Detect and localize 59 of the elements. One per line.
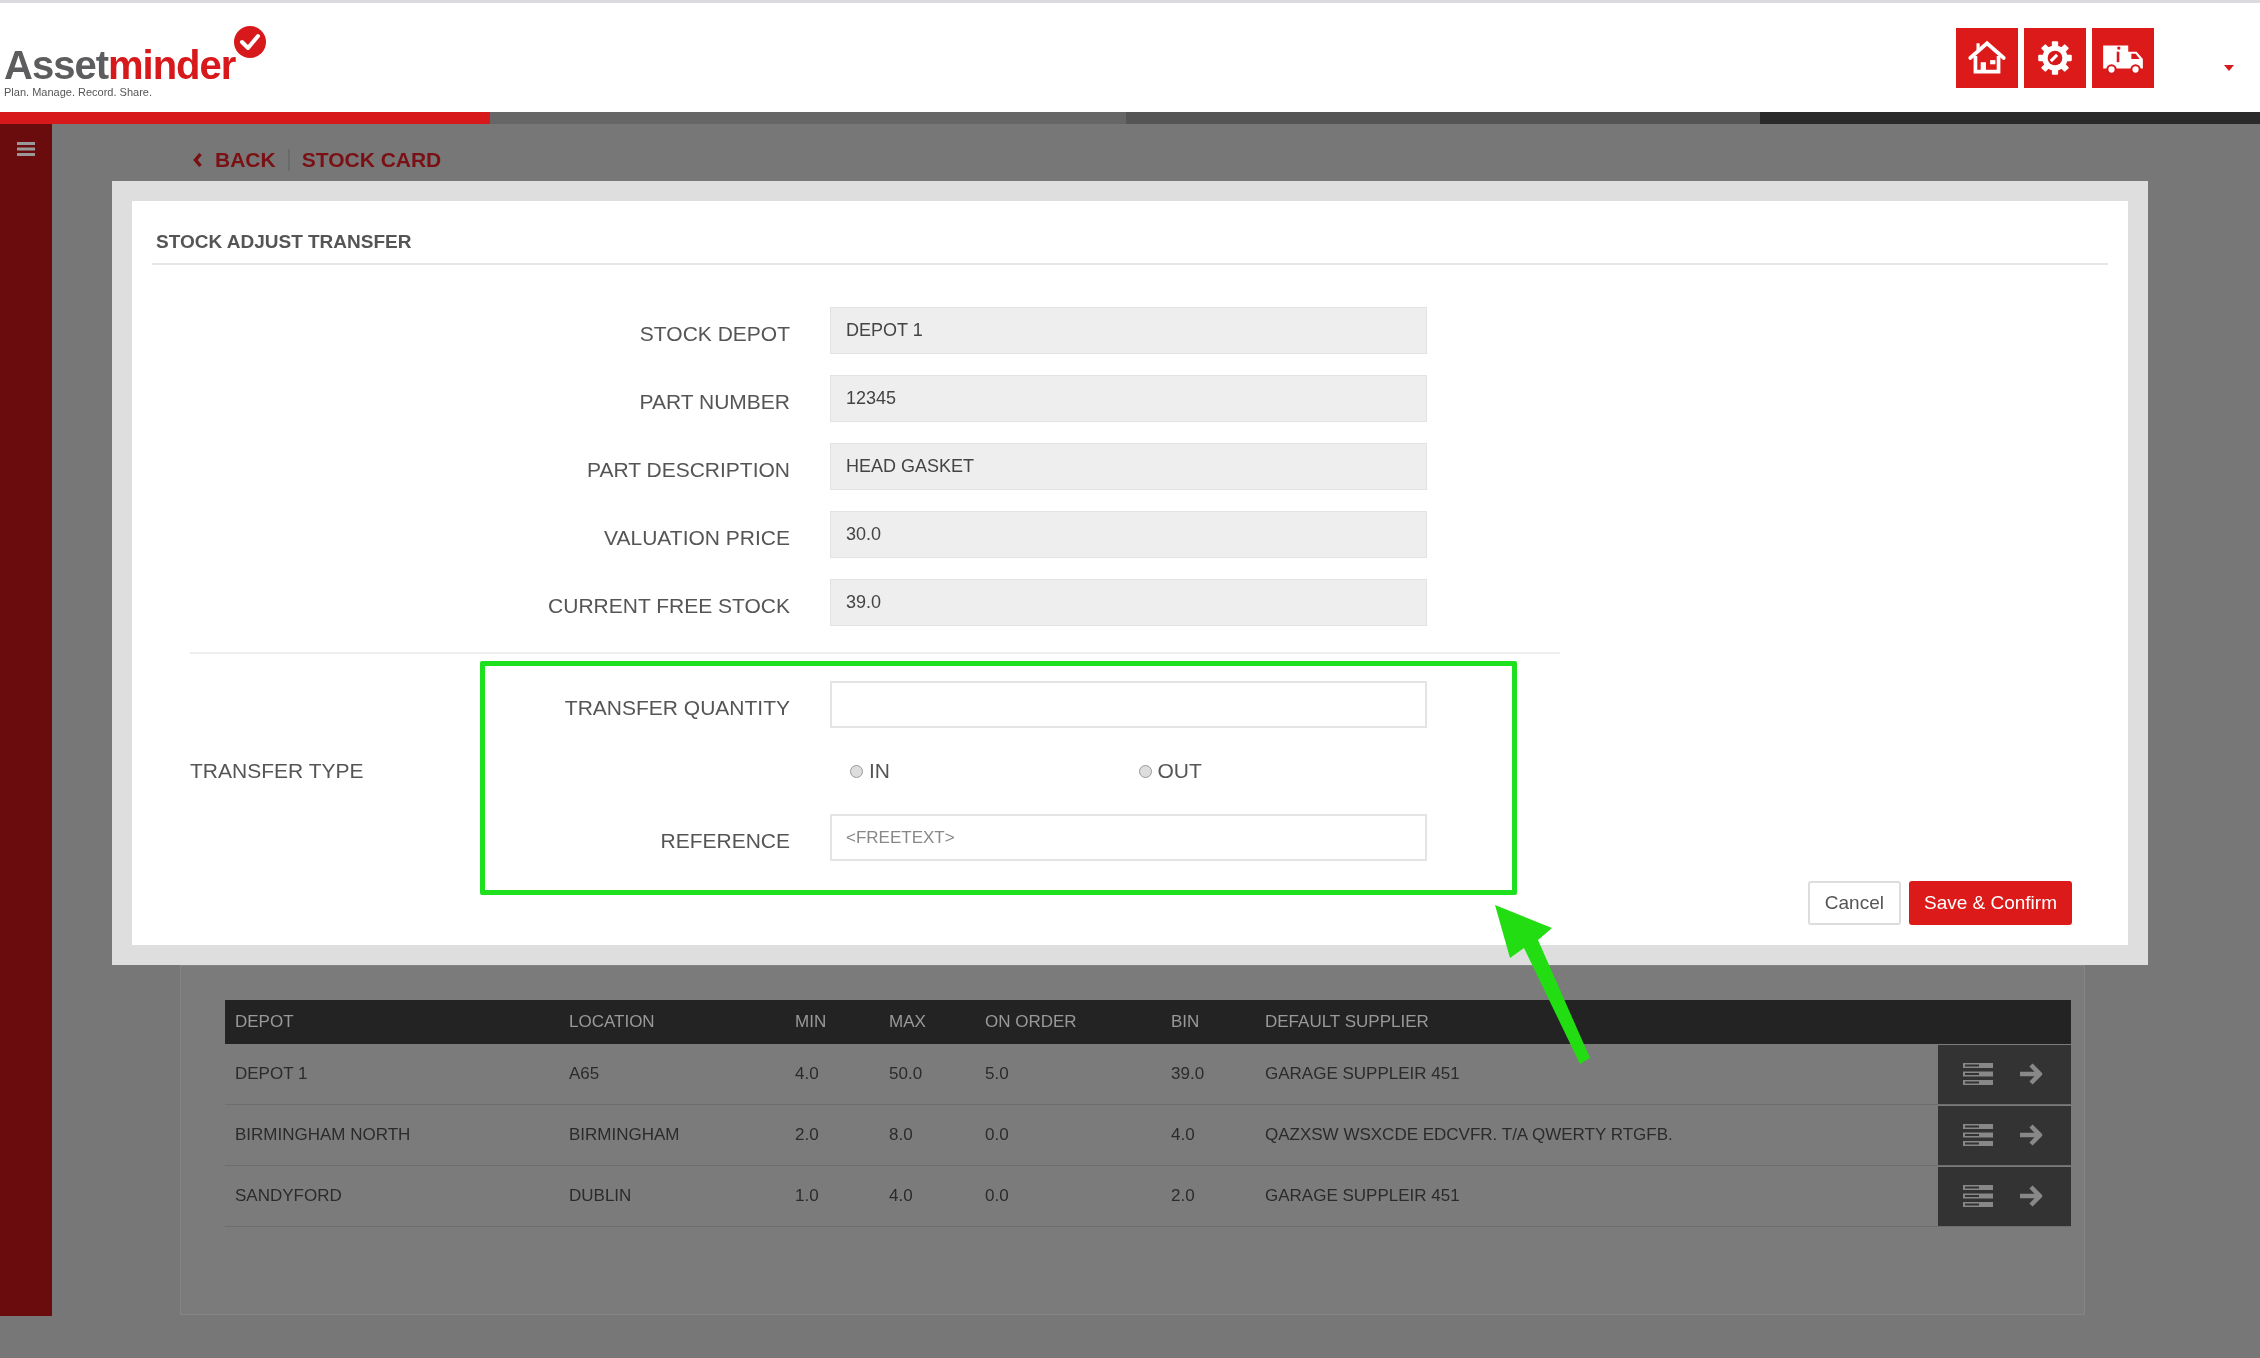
read-only-field: DEPOT 1 — [830, 307, 1427, 354]
save-button[interactable]: Save & Confirm — [1908, 881, 2072, 925]
quantity-input[interactable] — [830, 681, 1427, 728]
table-cell-text: GARAGE SUPPLEIR 451 — [1264, 1064, 1461, 1084]
table-cell-text: GARAGE SUPPLEIR 451 — [1264, 1186, 1461, 1206]
field-label: STOCK DEPOT — [638, 320, 790, 346]
list-icon[interactable] — [1963, 1062, 1994, 1086]
table-cell-text: DEPOT 1 — [234, 1064, 309, 1084]
dialog-title: STOCK ADJUST TRANSFER — [152, 231, 2108, 265]
home-button[interactable] — [1956, 27, 2018, 88]
list-icon[interactable] — [1963, 1123, 1994, 1147]
reference-input[interactable]: <FREETEXT> — [830, 814, 1427, 861]
logo-tagline: Plan. Manage. Record. Share. — [4, 86, 153, 98]
column-header: MIN — [794, 1012, 828, 1032]
settings-button[interactable] — [2024, 27, 2086, 88]
table-cell-text: 39.0 — [1170, 1064, 1206, 1084]
field-label: TRANSFER QUANTITY — [563, 694, 790, 720]
table-cell-text: DUBLIN — [568, 1186, 633, 1206]
field-label: PART DESCRIPTION — [585, 456, 790, 482]
table-cell-text: 1.0 — [794, 1186, 820, 1206]
table-cell-text: 50.0 — [888, 1064, 924, 1084]
column-header: DEPOT — [234, 1012, 295, 1032]
column-header: DEFAULT SUPPLIER — [1264, 1012, 1430, 1032]
read-only-field: 30.0 — [830, 511, 1427, 558]
field-label: PART NUMBER — [638, 388, 790, 414]
table-cell-text: 0.0 — [984, 1186, 1010, 1206]
column-header: ON ORDER — [984, 1012, 1078, 1032]
column-header: MAX — [888, 1012, 927, 1032]
table-cell-text: 4.0 — [794, 1064, 820, 1084]
field-label: CURRENT FREE STOCK — [547, 592, 790, 618]
list-icon[interactable] — [1963, 1184, 1994, 1208]
column-header: LOCATION — [568, 1012, 656, 1032]
cancel-button[interactable]: Cancel — [1807, 881, 1901, 925]
table-cell-text: A65 — [568, 1064, 601, 1084]
menu-icon[interactable] — [17, 142, 35, 156]
table-cell-text: SANDYFORD — [234, 1186, 343, 1206]
table-cell-text: 2.0 — [1170, 1186, 1196, 1206]
radio-option[interactable]: IN — [850, 759, 1139, 783]
field-label: TRANSFER TYPE — [190, 759, 365, 783]
table-cell-text: BIRMINGHAM NORTH — [234, 1125, 412, 1145]
radio-option[interactable]: OUT — [1138, 759, 1427, 783]
read-only-field: 39.0 — [830, 579, 1427, 626]
column-header: BIN — [1170, 1012, 1201, 1032]
read-only-field: HEAD GASKET — [830, 443, 1427, 490]
chevron-left-icon[interactable] — [192, 151, 203, 168]
table-cell-text: 2.0 — [794, 1125, 820, 1145]
table-cell-text: QAZXSW WSXCDE EDCVFR. T/A QWERTY RTGFB. — [1264, 1125, 1674, 1145]
field-label: REFERENCE — [659, 827, 790, 853]
table-cell-text: 5.0 — [984, 1064, 1010, 1084]
table-cell-text: 0.0 — [984, 1125, 1010, 1145]
table-cell-text: 4.0 — [888, 1186, 914, 1206]
table-cell-text: 8.0 — [888, 1125, 914, 1145]
truck-info-button[interactable] — [2092, 27, 2154, 88]
table-cell-text: BIRMINGHAM — [568, 1125, 681, 1145]
table-cell-text: 4.0 — [1170, 1125, 1196, 1145]
field-label: VALUATION PRICE — [603, 524, 790, 550]
logo-wordmark: Assetminder — [4, 43, 236, 88]
dropdown-caret-icon[interactable] — [2224, 64, 2234, 71]
read-only-field: 12345 — [830, 375, 1427, 422]
